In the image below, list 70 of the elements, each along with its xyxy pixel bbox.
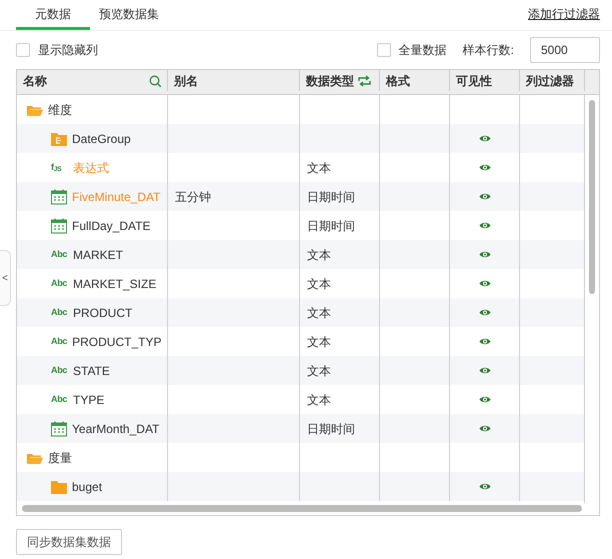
- data-type-text: 文本: [307, 392, 331, 408]
- folder-icon: [51, 131, 67, 146]
- field-name: FiveMinute_DAT: [72, 188, 160, 206]
- eye-icon[interactable]: [478, 337, 490, 346]
- collapse-handle[interactable]: <: [0, 250, 11, 306]
- type-icon: Abc: [51, 306, 68, 320]
- data-type-text: 日期时间: [307, 188, 355, 206]
- eye-icon[interactable]: [478, 482, 490, 491]
- data-type-text: 日期时间: [307, 420, 355, 438]
- eye-icon[interactable]: [478, 366, 490, 375]
- calendar-icon: [51, 420, 67, 436]
- field-name: PRODUCT: [73, 304, 132, 322]
- swap-icon: [358, 74, 371, 86]
- type-icon: Abc: [51, 364, 68, 378]
- field-name: DateGroup: [72, 130, 131, 148]
- type-icon: Abc: [51, 248, 68, 262]
- add-filter-link[interactable]: 添加行过滤器: [528, 5, 600, 23]
- sync-button[interactable]: 同步数据集数据: [16, 529, 122, 555]
- type-icon: f$_{JS}$: [51, 160, 68, 174]
- data-type-text: 文本: [307, 160, 331, 176]
- column-header[interactable]: 可见性: [456, 72, 492, 90]
- data-type-text: 文本: [307, 304, 331, 322]
- search-icon: [149, 74, 161, 86]
- data-type-text: 文本: [307, 246, 331, 264]
- folder-icon: [51, 479, 67, 494]
- data-type-text: 文本: [307, 362, 331, 380]
- field-name: 表达式: [73, 160, 109, 176]
- field-name: MARKET: [73, 246, 124, 264]
- field-name: PRODUCT_TYP: [72, 334, 162, 350]
- open-folder-icon: [26, 451, 43, 464]
- column-header[interactable]: 格式: [386, 72, 410, 90]
- field-name: YearMonth_DAT: [72, 420, 160, 438]
- field-name: 度量: [48, 450, 72, 466]
- calendar-icon: [51, 188, 67, 204]
- field-name: FullDay_DATE: [72, 218, 150, 234]
- calendar-icon: [51, 218, 67, 234]
- sample-rows-label: 样本行数:: [462, 42, 514, 59]
- eye-icon[interactable]: [478, 221, 490, 230]
- field-name: STATE: [73, 362, 110, 380]
- eye-icon[interactable]: [478, 250, 490, 259]
- eye-icon[interactable]: [478, 279, 490, 288]
- checkbox-label: 显示隐藏列: [38, 42, 98, 59]
- type-icon: Abc: [51, 276, 68, 290]
- type-icon: Abc: [51, 392, 68, 406]
- data-type-text: 日期时间: [307, 218, 355, 234]
- field-name: TYPE: [73, 392, 104, 408]
- sample-rows-field[interactable]: 5000: [530, 37, 600, 63]
- eye-icon[interactable]: [478, 192, 490, 201]
- eye-icon[interactable]: [478, 163, 490, 172]
- alias-text: 五分钟: [175, 188, 211, 206]
- tab[interactable]: 元数据: [16, 0, 90, 30]
- checkbox[interactable]: [16, 43, 30, 57]
- eye-icon[interactable]: [478, 395, 490, 404]
- open-folder-icon: [26, 103, 43, 116]
- eye-icon[interactable]: [478, 308, 490, 317]
- checkbox[interactable]: [376, 43, 391, 57]
- column-header[interactable]: 列过滤器: [526, 72, 574, 90]
- field-name: 维度: [48, 102, 72, 118]
- column-header[interactable]: 名称: [23, 72, 47, 90]
- field-name: buget: [72, 478, 102, 496]
- checkbox-label: 全量数据: [398, 42, 447, 59]
- data-type-text: 文本: [307, 334, 331, 350]
- field-name: MARKET_SIZE: [73, 276, 156, 292]
- column-header[interactable]: 数据类型: [306, 72, 354, 90]
- data-type-text: 文本: [307, 276, 331, 292]
- eye-icon[interactable]: [478, 424, 490, 433]
- column-header[interactable]: 别名: [174, 72, 198, 90]
- eye-icon[interactable]: [478, 134, 490, 143]
- type-icon: Abc: [51, 334, 68, 348]
- tab[interactable]: 预览数据集: [92, 0, 166, 30]
